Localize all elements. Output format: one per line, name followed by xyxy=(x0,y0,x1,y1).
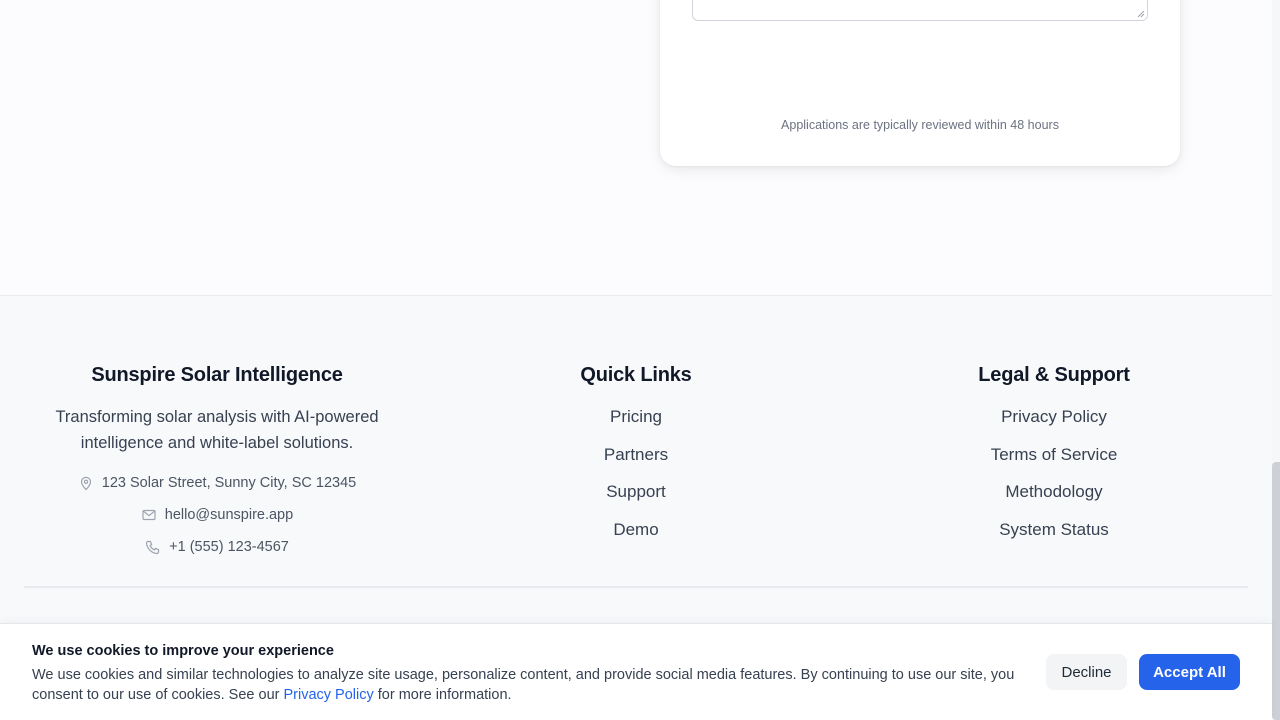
quick-links-title: Quick Links xyxy=(580,364,692,386)
cookie-text-after: for more information. xyxy=(373,687,512,703)
cookie-decline-button[interactable]: Decline xyxy=(1046,654,1127,690)
cookie-consent-banner: We use cookies to improve your experienc… xyxy=(0,623,1272,720)
application-form-card: Applications are typically reviewed with… xyxy=(660,0,1180,166)
footer-link-methodology: Methodology xyxy=(904,479,1204,517)
contact-phone-text[interactable]: +1 (555) 123-4567 xyxy=(169,539,289,555)
footer-quick-links-column: Quick Links Pricing Partners Support Dem… xyxy=(486,362,786,554)
legal-support-title: Legal & Support xyxy=(978,364,1130,386)
cookie-privacy-policy-link[interactable]: Privacy Policy xyxy=(283,687,373,703)
contact-email-text[interactable]: hello@sunspire.app xyxy=(165,507,293,523)
footer-link-privacy-policy: Privacy Policy xyxy=(904,404,1204,442)
footer-brand-column: Sunspire Solar Intelligence Transforming… xyxy=(24,362,410,557)
review-time-note: Applications are typically reviewed with… xyxy=(781,118,1059,132)
top-section: Applications are typically reviewed with… xyxy=(0,0,1272,295)
mail-icon xyxy=(141,507,157,523)
footer-link-partners-label[interactable]: Partners xyxy=(604,445,668,464)
footer-link-partners: Partners xyxy=(486,442,786,480)
page-scrollbar[interactable] xyxy=(1272,0,1280,720)
cookie-text-before: We use cookies and similar technologies … xyxy=(32,667,1015,703)
resize-handle-icon[interactable] xyxy=(1137,10,1145,18)
footer-link-terms-label[interactable]: Terms of Service xyxy=(991,445,1118,464)
quick-links-list: Pricing Partners Support Demo xyxy=(486,404,786,554)
footer-link-pricing-label[interactable]: Pricing xyxy=(610,407,662,426)
footer-link-support: Support xyxy=(486,479,786,517)
footer-link-system-status: System Status xyxy=(904,517,1204,555)
footer-link-demo: Demo xyxy=(486,517,786,555)
footer-link-methodology-label[interactable]: Methodology xyxy=(1005,482,1102,501)
contact-email[interactable]: hello@sunspire.app xyxy=(24,505,410,525)
footer-link-system-status-label[interactable]: System Status xyxy=(999,520,1109,539)
footer-divider xyxy=(24,586,1248,588)
footer-link-terms: Terms of Service xyxy=(904,442,1204,480)
footer-legal-column: Legal & Support Privacy Policy Terms of … xyxy=(904,362,1204,554)
footer-link-demo-label[interactable]: Demo xyxy=(613,520,658,539)
map-pin-icon xyxy=(78,475,94,491)
footer-link-pricing: Pricing xyxy=(486,404,786,442)
message-textarea[interactable] xyxy=(692,0,1148,21)
footer-brand-description: Transforming solar analysis with AI-powe… xyxy=(55,408,379,452)
scrollbar-thumb[interactable] xyxy=(1272,462,1280,720)
footer-brand-title: Sunspire Solar Intelligence xyxy=(91,364,343,386)
cookie-banner-title: We use cookies to improve your experienc… xyxy=(32,643,334,659)
footer-link-support-label[interactable]: Support xyxy=(606,482,666,501)
contact-phone[interactable]: +1 (555) 123-4567 xyxy=(24,537,410,557)
phone-icon xyxy=(145,539,161,555)
cookie-accept-all-button[interactable]: Accept All xyxy=(1139,654,1240,690)
footer-link-privacy-policy-label[interactable]: Privacy Policy xyxy=(1001,407,1107,426)
contact-address: 123 Solar Street, Sunny City, SC 12345 xyxy=(24,473,410,493)
legal-links-list: Privacy Policy Terms of Service Methodol… xyxy=(904,404,1204,554)
cookie-banner-text: We use cookies and similar technologies … xyxy=(32,665,1032,705)
contact-address-text: 123 Solar Street, Sunny City, SC 12345 xyxy=(101,475,357,491)
